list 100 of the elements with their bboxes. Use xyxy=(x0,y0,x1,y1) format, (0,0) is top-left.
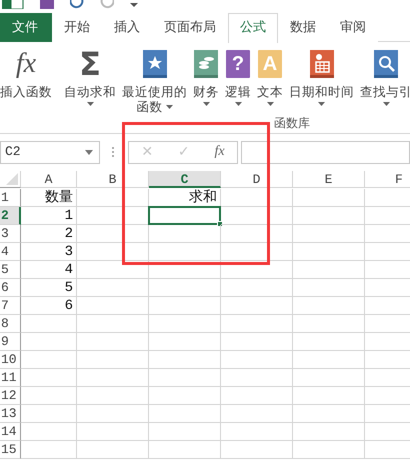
dropdown-caret-icon[interactable] xyxy=(130,1,138,9)
empty-cell xyxy=(293,387,365,405)
empty-cell xyxy=(221,243,293,261)
empty-cell xyxy=(149,279,221,297)
row-header[interactable]: 15 xyxy=(0,441,21,459)
file-tab[interactable]: 文件 xyxy=(0,13,52,42)
empty-cell xyxy=(293,423,365,441)
table-cell: 3 xyxy=(21,243,77,261)
empty-cell xyxy=(293,243,365,261)
empty-cell xyxy=(77,243,149,261)
column-header[interactable]: A xyxy=(21,171,77,188)
empty-cell xyxy=(149,225,221,243)
row-header[interactable]: 12 xyxy=(0,387,21,405)
ribbon-button[interactable]: 日期和时间 xyxy=(286,49,357,106)
insert-function-button[interactable]: fx xyxy=(214,142,225,162)
empty-cell xyxy=(221,441,293,459)
table-cell: 5 xyxy=(21,279,77,297)
empty-cell xyxy=(293,297,365,315)
group-label: 函数库 xyxy=(274,115,310,132)
row-header[interactable]: 11 xyxy=(0,369,21,387)
name-box[interactable]: C2 xyxy=(0,140,100,164)
dropdown-caret-icon[interactable] xyxy=(85,150,93,154)
empty-cell xyxy=(77,333,149,351)
grip-icon xyxy=(111,146,115,158)
table-cell: 4 xyxy=(21,261,77,279)
empty-cell xyxy=(293,189,365,207)
ribbon-button[interactable]: Σ 自动求和 xyxy=(61,49,119,106)
row-header[interactable]: 4 xyxy=(0,243,21,261)
row-header[interactable]: 8 xyxy=(0,315,21,333)
empty-cell xyxy=(293,333,365,351)
table-cell: 求和 xyxy=(149,189,221,207)
row-header[interactable]: 9 xyxy=(0,333,21,351)
empty-cell xyxy=(221,333,293,351)
empty-cell xyxy=(77,369,149,387)
column-header[interactable]: B xyxy=(77,171,149,188)
question-book-icon: ? xyxy=(226,50,250,78)
empty-cell xyxy=(221,279,293,297)
row-header[interactable]: 14 xyxy=(0,423,21,441)
empty-cell xyxy=(149,441,221,459)
empty-cell xyxy=(221,261,293,279)
ribbon-button[interactable]: 最近使用的 函数 xyxy=(119,49,190,114)
empty-cell xyxy=(77,189,149,207)
empty-cell xyxy=(221,351,293,369)
row-header[interactable]: 7 xyxy=(0,297,21,315)
empty-cell xyxy=(221,189,293,207)
column-header[interactable]: D xyxy=(221,171,293,188)
empty-cell xyxy=(221,225,293,243)
empty-cell xyxy=(149,261,221,279)
ribbon-button[interactable]: A 文本 xyxy=(254,49,286,106)
table-cell: 数量 xyxy=(21,189,77,207)
empty-cell xyxy=(293,225,365,243)
empty-cell xyxy=(293,315,365,333)
column-header[interactable]: C xyxy=(149,171,221,188)
ribbon-tab[interactable]: 公式 xyxy=(228,13,278,43)
empty-cell xyxy=(293,279,365,297)
empty-cell xyxy=(293,405,365,423)
ribbon-button[interactable]: fx 插入函数 xyxy=(0,49,55,99)
empty-cell xyxy=(221,405,293,423)
empty-cell xyxy=(149,387,221,405)
row-header[interactable]: 1 xyxy=(0,189,21,207)
empty-cell xyxy=(77,315,149,333)
empty-cell xyxy=(221,369,293,387)
empty-cell xyxy=(221,387,293,405)
empty-cell xyxy=(293,441,365,459)
coins-book-icon xyxy=(194,50,218,78)
empty-cell xyxy=(149,351,221,369)
table-cell: 2 xyxy=(21,225,77,243)
empty-cell xyxy=(293,207,365,225)
ribbon-button[interactable]: ? 逻辑 xyxy=(222,49,254,106)
row-header[interactable]: 13 xyxy=(0,405,21,423)
magnifier-book-icon xyxy=(374,50,398,78)
row-header[interactable]: 3 xyxy=(0,225,21,243)
empty-cell xyxy=(77,441,149,459)
empty-cell xyxy=(77,279,149,297)
empty-cell xyxy=(77,261,149,279)
empty-cell xyxy=(77,225,149,243)
row-header[interactable]: 5 xyxy=(0,261,21,279)
empty-cell xyxy=(221,315,293,333)
column-header[interactable]: E xyxy=(293,171,365,188)
active-cell[interactable] xyxy=(148,206,221,225)
empty-cell xyxy=(149,297,221,315)
empty-cell xyxy=(77,297,149,315)
formula-input[interactable] xyxy=(241,140,410,164)
empty-cell xyxy=(221,423,293,441)
row-header[interactable]: 10 xyxy=(0,351,21,369)
empty-cell xyxy=(293,351,365,369)
empty-cell xyxy=(221,207,293,225)
empty-cell xyxy=(149,405,221,423)
ribbon-button[interactable]: 查找与引 xyxy=(357,49,410,106)
ribbon-button[interactable]: 财务 xyxy=(190,49,222,106)
empty-cell xyxy=(149,315,221,333)
empty-cell xyxy=(77,387,149,405)
empty-cell xyxy=(293,369,365,387)
star-book-icon xyxy=(142,50,166,78)
empty-cell xyxy=(149,423,221,441)
empty-cell xyxy=(77,423,149,441)
letter-book-icon: A xyxy=(258,50,282,78)
row-header[interactable]: 2 xyxy=(0,207,21,225)
row-header[interactable]: 6 xyxy=(0,279,21,297)
empty-cell xyxy=(77,351,149,369)
